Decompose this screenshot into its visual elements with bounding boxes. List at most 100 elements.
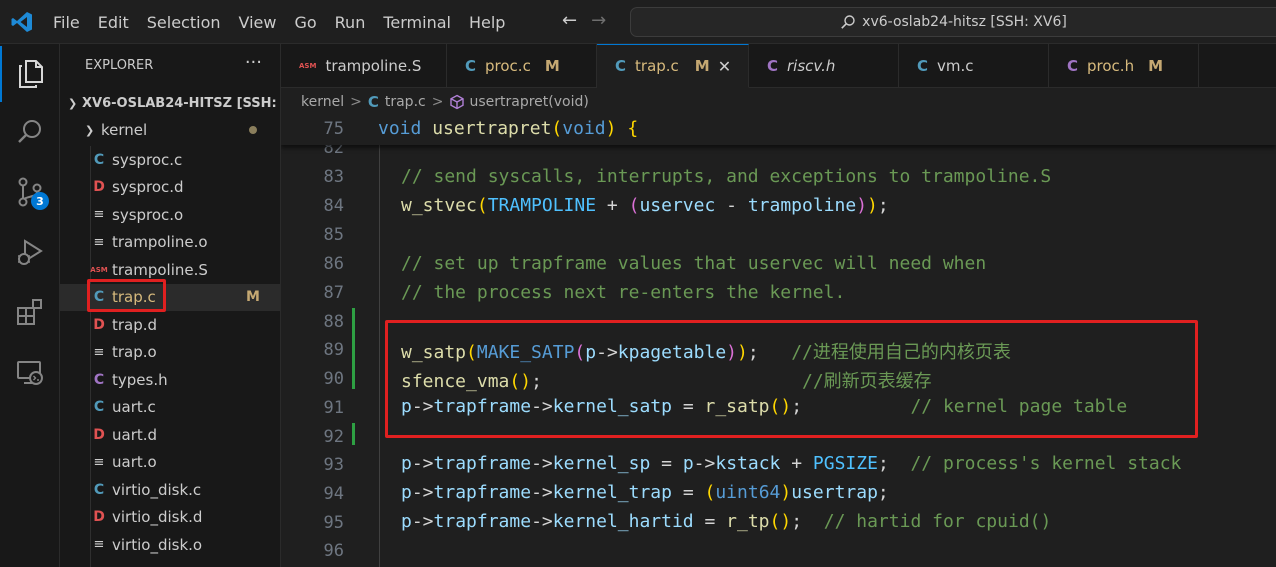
file-name: virtio_disk.d — [112, 508, 203, 527]
menu-terminal[interactable]: Terminal — [374, 13, 460, 32]
header-file-icon: C — [93, 371, 105, 388]
tab-label: trap.c — [635, 57, 679, 75]
search-icon — [841, 15, 855, 29]
file-name: uart.c — [112, 398, 156, 417]
binary-file-icon: ≡ — [93, 207, 105, 223]
code-line-86: // set up trapframe values that uservec … — [401, 253, 986, 274]
remote-explorer-icon — [17, 361, 43, 385]
code-editor[interactable]: 75 void usertrapret(void) { 82 83 84 85 … — [281, 116, 1276, 567]
activity-bar: 3 — [0, 44, 60, 567]
line-number: 96 — [323, 541, 344, 561]
line-number: 92 — [323, 427, 344, 447]
run-debug-icon — [18, 239, 43, 265]
menu-view[interactable]: View — [230, 13, 286, 32]
file-item-virtio-disk-d[interactable]: Dvirtio_disk.d — [60, 504, 280, 532]
indent-guide — [379, 145, 380, 567]
header-file-icon: C — [767, 57, 779, 75]
file-name: uart.o — [112, 453, 157, 472]
code-line-84: w_stvec(TRAMPOLINE + (uservec - trampoli… — [401, 195, 889, 216]
line-number: 84 — [323, 196, 344, 216]
sticky-code-line: void usertrapret(void) { — [378, 118, 639, 139]
file-name: sysproc.o — [112, 205, 184, 224]
file-name: types.h — [112, 370, 168, 389]
breadcrumb-folder[interactable]: kernel — [301, 94, 344, 110]
chevron-down-icon: ❯ — [68, 96, 78, 110]
command-center-search[interactable]: xv6-oslab24-hitsz [SSH: XV6] — [630, 7, 1276, 37]
file-item-sysproc-o[interactable]: ≡ sysproc.o — [60, 201, 280, 229]
line-number: 90 — [323, 369, 344, 389]
run-debug-activity[interactable] — [0, 224, 60, 280]
file-name: sysproc.c — [112, 150, 183, 169]
file-name: trap.d — [112, 315, 158, 334]
editor-tabs: ASM trampoline.S C proc.c M C trap.c M ✕… — [281, 44, 1276, 88]
workspace-header[interactable]: ❯ XV6-OSLAB24-HITSZ [SSH: ... — [60, 91, 280, 115]
close-icon[interactable]: ✕ — [718, 57, 731, 76]
git-added-gutter-mark — [352, 308, 355, 389]
file-item-trap-d[interactable]: Dtrap.d — [60, 311, 280, 339]
tab-trampoline-s[interactable]: ASM trampoline.S — [281, 44, 447, 88]
line-number: 93 — [323, 455, 344, 475]
code-line-93: p->trapframe->kernel_sp = p->kstack + PG… — [401, 453, 1182, 474]
c-file-icon: C — [93, 399, 105, 416]
c-file-icon: C — [615, 57, 627, 75]
command-center-text: xv6-oslab24-hitsz [SSH: XV6] — [862, 14, 1067, 30]
code-line-95: p->trapframe->kernel_hartid = r_tp(); //… — [401, 511, 1052, 532]
sticky-scroll-header[interactable]: 75 void usertrapret(void) { — [281, 116, 1276, 145]
source-control-badge: 3 — [31, 192, 49, 210]
tab-vm-c[interactable]: C vm.c — [899, 44, 1049, 88]
header-file-icon: C — [1067, 57, 1079, 75]
back-arrow-icon[interactable]: ← — [562, 10, 577, 31]
file-item-trap-o[interactable]: ≡ trap.o — [60, 339, 280, 367]
asm-file-icon: ASM — [299, 62, 317, 70]
file-item-virtio-disk-o[interactable]: ≡ virtio_disk.o — [60, 531, 280, 559]
tab-proc-h[interactable]: C proc.h M — [1049, 44, 1199, 88]
line-number: 95 — [323, 513, 344, 533]
search-activity[interactable] — [0, 104, 60, 160]
breadcrumb-file[interactable]: trap.c — [385, 94, 426, 110]
highlight-box-trap-c — [87, 279, 166, 312]
more-actions-icon[interactable]: ··· — [245, 52, 262, 73]
menu-go[interactable]: Go — [285, 13, 325, 32]
code-line-83: // send syscalls, interrupts, and except… — [401, 166, 1051, 187]
file-item-virtio-disk-c[interactable]: Cvirtio_disk.c — [60, 476, 280, 504]
menu-run[interactable]: Run — [326, 13, 375, 32]
remote-explorer-activity[interactable] — [0, 344, 60, 400]
menu-help[interactable]: Help — [460, 13, 514, 32]
menu-bar: File Edit Selection View Go Run Terminal… — [44, 0, 514, 44]
file-item-types-h[interactable]: Ctypes.h — [60, 366, 280, 394]
code-comment: // set up trapframe values that uservec … — [401, 253, 987, 274]
tab-trap-c[interactable]: C trap.c M ✕ — [597, 44, 749, 88]
breadcrumb-symbol[interactable]: usertrapret(void) — [469, 94, 588, 110]
tab-label: proc.c — [485, 57, 531, 75]
file-item-trampoline-o[interactable]: ≡ trampoline.o — [60, 229, 280, 257]
file-item-sysproc-d[interactable]: Dsysproc.d — [60, 174, 280, 202]
c-file-icon: C — [93, 151, 105, 168]
binary-file-icon: ≡ — [93, 234, 105, 250]
explorer-activity[interactable] — [0, 46, 60, 102]
menu-file[interactable]: File — [44, 13, 89, 32]
file-item-uart-o[interactable]: ≡ uart.o — [60, 449, 280, 477]
asm-file-icon: ASM — [90, 265, 108, 274]
workspace-label: XV6-OSLAB24-HITSZ [SSH: ... — [82, 95, 277, 111]
code-comment: // send syscalls, interrupts, and except… — [401, 166, 1052, 187]
binary-file-icon: ≡ — [93, 537, 105, 553]
file-item-sysproc-c[interactable]: Csysproc.c — [60, 146, 280, 174]
source-control-activity[interactable]: 3 — [0, 164, 60, 220]
file-name: trampoline.o — [112, 233, 208, 252]
menu-selection[interactable]: Selection — [138, 13, 230, 32]
modified-badge: M — [694, 57, 710, 75]
extensions-activity[interactable] — [0, 284, 60, 340]
file-item-uart-c[interactable]: Cuart.c — [60, 394, 280, 422]
chevron-down-icon: ❯ — [85, 123, 95, 137]
line-number: 89 — [323, 340, 344, 360]
file-name: trap.o — [112, 343, 157, 362]
tab-riscv-h[interactable]: C riscv.h — [749, 44, 899, 88]
menu-edit[interactable]: Edit — [89, 13, 138, 32]
line-number: 83 — [323, 167, 344, 187]
folder-kernel[interactable]: ❯ kernel — [60, 117, 280, 143]
tab-proc-c[interactable]: C proc.c M — [447, 44, 597, 88]
forward-arrow-icon[interactable]: → — [591, 10, 606, 31]
line-number: 85 — [323, 225, 344, 245]
file-item-uart-d[interactable]: Duart.d — [60, 421, 280, 449]
file-name: uart.d — [112, 425, 158, 444]
